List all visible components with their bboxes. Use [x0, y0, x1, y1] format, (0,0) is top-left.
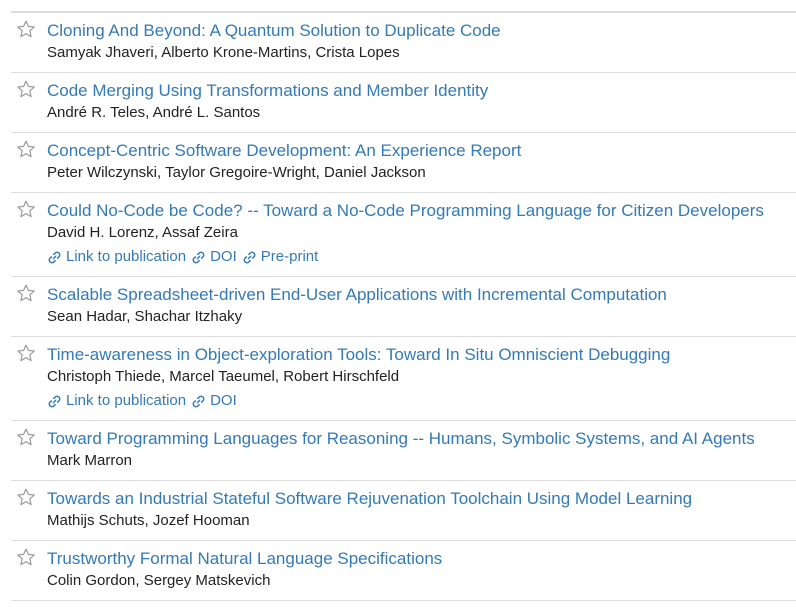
paper-content: Cloning And Beyond: A Quantum Solution t…: [47, 20, 796, 64]
paper-authors: Mathijs Schuts, Jozef Hooman: [47, 512, 250, 529]
paper-title-link[interactable]: Time-awareness in Object-exploration Too…: [47, 344, 796, 366]
paper-row: Toward Programming Languages for Reasoni…: [11, 421, 796, 481]
paper-link[interactable]: DOI: [191, 390, 237, 412]
paper-authors: Christoph Thiede, Marcel Taeumel, Robert…: [47, 368, 400, 385]
chain-link-icon: [242, 250, 257, 265]
star-cell: [11, 284, 47, 328]
paper-link-label: DOI: [210, 392, 237, 409]
star-cell: [11, 344, 47, 412]
paper-title-link[interactable]: Could No-Code be Code? -- Toward a No-Co…: [47, 200, 796, 222]
chain-link-icon: [191, 394, 206, 409]
paper-link[interactable]: Link to publication: [47, 246, 186, 268]
star-outline-icon[interactable]: [16, 343, 36, 363]
star-cell: [11, 80, 47, 124]
star-outline-icon[interactable]: [16, 427, 36, 447]
paper-link-label: Link to publication: [66, 248, 187, 265]
star-outline-icon[interactable]: [16, 199, 36, 219]
paper-row: Code Merging Using Transformations and M…: [11, 73, 796, 133]
paper-link[interactable]: DOI: [191, 246, 237, 268]
paper-title-link[interactable]: Scalable Spreadsheet-driven End-User App…: [47, 284, 796, 306]
paper-content: Concept-Centric Software Development: An…: [47, 140, 796, 184]
star-outline-icon[interactable]: [16, 283, 36, 303]
paper-authors: Peter Wilczynski, Taylor Gregoire-Wright…: [47, 164, 426, 181]
paper-title-link[interactable]: Concept-Centric Software Development: An…: [47, 140, 796, 162]
paper-row: Towards an Industrial Stateful Software …: [11, 481, 796, 541]
paper-links: Link to publication DOI: [47, 390, 796, 412]
chain-link-icon: [47, 250, 62, 265]
paper-authors: Mark Marron: [47, 452, 133, 469]
paper-authors: Colin Gordon, Sergey Matskevich: [47, 572, 271, 589]
paper-content: Towards an Industrial Stateful Software …: [47, 488, 796, 532]
paper-links: Link to publication DOI Pre-print: [47, 246, 796, 268]
paper-content: Time-awareness in Object-exploration Too…: [47, 344, 796, 412]
star-cell: [11, 548, 47, 592]
star-outline-icon[interactable]: [16, 487, 36, 507]
paper-list: Cloning And Beyond: A Quantum Solution t…: [11, 11, 796, 601]
paper-content: Toward Programming Languages for Reasoni…: [47, 428, 796, 472]
paper-authors: David H. Lorenz, Assaf Zeira: [47, 224, 238, 241]
paper-link-label: Pre-print: [260, 248, 319, 265]
chain-link-icon: [191, 250, 206, 265]
paper-link[interactable]: Link to publication: [47, 390, 186, 412]
paper-title-link[interactable]: Toward Programming Languages for Reasoni…: [47, 428, 796, 450]
paper-authors: André R. Teles, André L. Santos: [47, 104, 261, 121]
paper-authors: Sean Hadar, Shachar Itzhaky: [47, 308, 243, 325]
star-outline-icon[interactable]: [16, 139, 36, 159]
paper-title-link[interactable]: Code Merging Using Transformations and M…: [47, 80, 796, 102]
paper-row: Scalable Spreadsheet-driven End-User App…: [11, 277, 796, 337]
star-cell: [11, 140, 47, 184]
star-cell: [11, 20, 47, 64]
paper-title-link[interactable]: Cloning And Beyond: A Quantum Solution t…: [47, 20, 796, 42]
paper-row: Concept-Centric Software Development: An…: [11, 133, 796, 193]
star-cell: [11, 488, 47, 532]
paper-title-link[interactable]: Towards an Industrial Stateful Software …: [47, 488, 796, 510]
paper-link-label: Link to publication: [66, 392, 187, 409]
star-cell: [11, 200, 47, 268]
paper-link[interactable]: Pre-print: [242, 246, 319, 268]
star-outline-icon[interactable]: [16, 19, 36, 39]
paper-row: Cloning And Beyond: A Quantum Solution t…: [11, 13, 796, 73]
star-outline-icon[interactable]: [16, 547, 36, 567]
paper-content: Could No-Code be Code? -- Toward a No-Co…: [47, 200, 796, 268]
paper-row: Could No-Code be Code? -- Toward a No-Co…: [11, 193, 796, 277]
paper-content: Code Merging Using Transformations and M…: [47, 80, 796, 124]
paper-link-label: DOI: [210, 248, 237, 265]
paper-title-link[interactable]: Trustworthy Formal Natural Language Spec…: [47, 548, 796, 570]
chain-link-icon: [47, 394, 62, 409]
paper-content: Scalable Spreadsheet-driven End-User App…: [47, 284, 796, 328]
paper-authors: Samyak Jhaveri, Alberto Krone-Martins, C…: [47, 44, 400, 61]
paper-row: Trustworthy Formal Natural Language Spec…: [11, 541, 796, 601]
paper-content: Trustworthy Formal Natural Language Spec…: [47, 548, 796, 592]
paper-row: Time-awareness in Object-exploration Too…: [11, 337, 796, 421]
star-outline-icon[interactable]: [16, 79, 36, 99]
star-cell: [11, 428, 47, 472]
